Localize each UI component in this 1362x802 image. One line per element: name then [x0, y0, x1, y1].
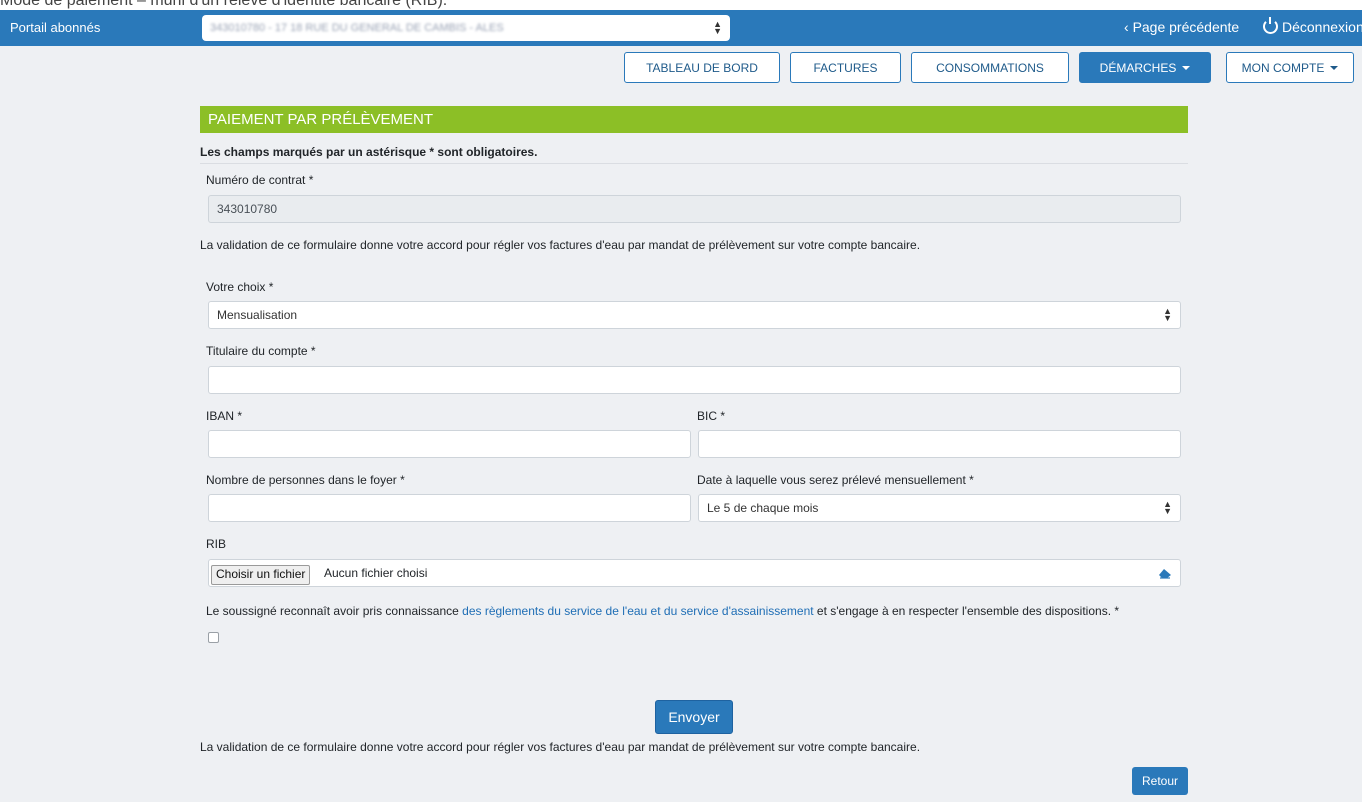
submit-button[interactable]: Envoyer: [655, 700, 733, 734]
back-button[interactable]: Retour: [1132, 767, 1188, 795]
footer-validation-note: La validation de ce formulaire donne vot…: [200, 740, 921, 754]
logout-link[interactable]: Déconnexion: [1263, 17, 1362, 35]
eraser-icon[interactable]: [1158, 566, 1172, 580]
caret-down-icon: [1182, 65, 1191, 70]
nav-consumption-button[interactable]: CONSOMMATIONS: [911, 52, 1069, 83]
household-size-label: Nombre de personnes dans le foyer *: [206, 473, 405, 487]
debit-date-select[interactable]: Le 5 de chaque mois ▲ ▼: [698, 494, 1181, 522]
regulations-link[interactable]: des règlements du service de l'eau et du…: [462, 604, 813, 618]
rib-label: RIB: [206, 537, 227, 551]
contract-select-value: 343010780 - 17 18 RUE DU GENERAL DE CAMB…: [210, 22, 504, 34]
choose-file-button[interactable]: Choisir un fichier: [211, 565, 311, 585]
household-size-input[interactable]: [208, 494, 691, 522]
file-status-text: Aucun fichier choisi: [324, 566, 428, 580]
caret-down-icon: [1330, 65, 1339, 70]
debit-date-value: Le 5 de chaque mois: [707, 501, 819, 515]
contract-select[interactable]: 343010780 - 17 18 RUE DU GENERAL DE CAMB…: [202, 15, 730, 41]
caption-text: Mode de paiement – muni d'un relevé d'id…: [0, 0, 1362, 10]
select-arrows-icon: ▲ ▼: [1163, 306, 1172, 323]
chevron-left-icon: ‹: [1124, 19, 1129, 35]
bic-input[interactable]: [698, 430, 1181, 458]
validation-note: La validation de ce formulaire donne vot…: [200, 238, 921, 252]
divider: [200, 163, 1188, 164]
nav-account-button[interactable]: MON COMPTE: [1226, 52, 1354, 83]
nav-invoices-button[interactable]: FACTURES: [790, 52, 901, 83]
account-holder-input[interactable]: [208, 366, 1181, 394]
payment-choice-select[interactable]: Mensualisation ▲ ▼: [208, 301, 1181, 329]
terms-checkbox[interactable]: [208, 632, 219, 643]
bic-label: BIC *: [697, 409, 726, 423]
power-icon: [1263, 17, 1278, 34]
terms-text: Le soussigné reconnaît avoir pris connai…: [206, 604, 1120, 618]
previous-page-link[interactable]: ‹ Page précédente: [1124, 19, 1239, 35]
debit-date-label: Date à laquelle vous serez prélevé mensu…: [697, 473, 974, 487]
required-fields-note: Les champs marqués par un astérisque * s…: [200, 145, 538, 159]
nav-procedures-button[interactable]: DÉMARCHES: [1079, 52, 1211, 83]
contract-number-label: Numéro de contrat *: [206, 173, 314, 187]
iban-input[interactable]: [208, 430, 691, 458]
select-arrows-icon: ▲ ▼: [1163, 499, 1172, 516]
select-arrows-icon: ▲ ▼: [713, 19, 722, 36]
account-holder-label: Titulaire du compte *: [206, 344, 316, 358]
iban-label: IBAN *: [206, 409, 243, 423]
choice-label: Votre choix *: [206, 280, 274, 294]
contract-number-field: 343010780: [208, 195, 1181, 223]
top-bar: Portail abonnés 343010780 - 17 18 RUE DU…: [0, 10, 1362, 46]
section-title: PAIEMENT PAR PRÉLÈVEMENT: [200, 106, 1188, 133]
payment-choice-value: Mensualisation: [217, 308, 298, 322]
brand-label: Portail abonnés: [10, 20, 101, 35]
nav-dashboard-button[interactable]: TABLEAU DE BORD: [624, 52, 780, 83]
